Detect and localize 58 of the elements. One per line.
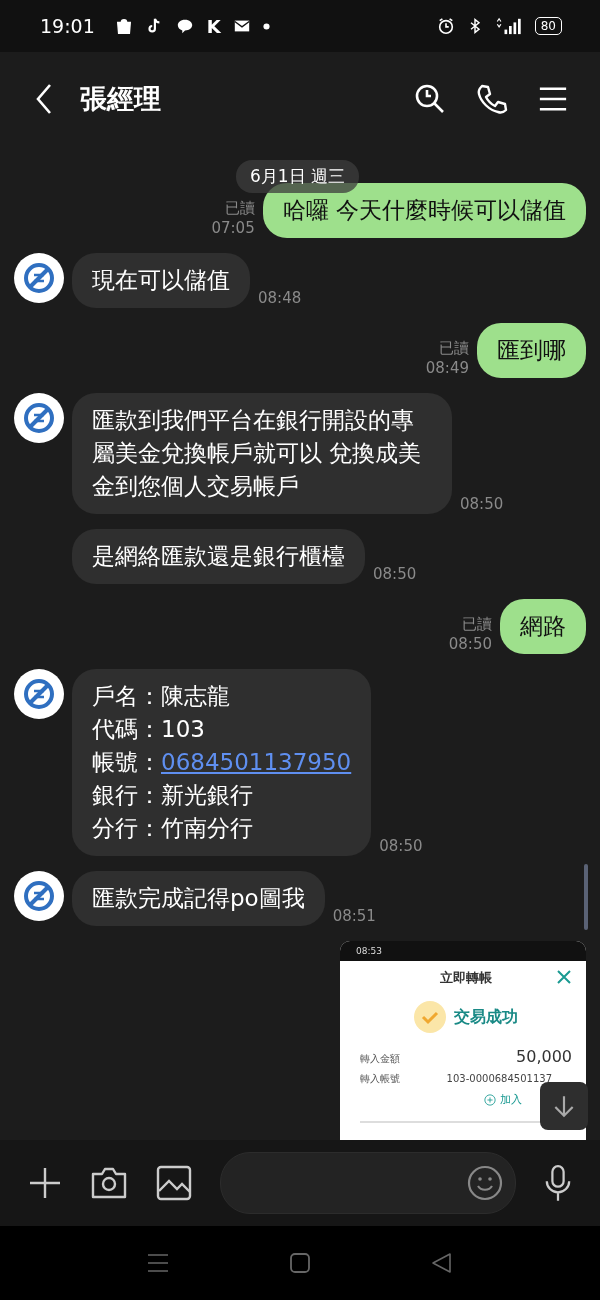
field-label: 轉入帳號 <box>360 1072 400 1086</box>
received-message: 匯款到我們平台在銀行開設的專屬美金兌換帳戶就可以 兌換成美金到您個人交易帳戶 <box>72 393 452 514</box>
check-icon <box>414 1001 446 1033</box>
message-time: 08:49 <box>425 358 469 378</box>
menu-icon[interactable] <box>538 84 568 114</box>
search-icon[interactable] <box>414 83 446 115</box>
message-time: 08:48 <box>258 288 302 308</box>
screenshot-message[interactable]: 08:53 立即轉帳 交易成功 轉入金額 50,000 轉入帳號 103-0000684501137 加入 <box>340 941 586 1140</box>
avatar-icon[interactable] <box>14 871 64 921</box>
received-message: 是網絡匯款還是銀行櫃檯 <box>72 529 365 584</box>
success-text: 交易成功 <box>454 1006 518 1028</box>
home-icon[interactable] <box>289 1252 311 1274</box>
received-message: 現在可以儲值 <box>72 253 250 308</box>
account-link[interactable]: 0684501137950 <box>161 749 352 775</box>
app-letter: K <box>206 15 221 37</box>
avatar-icon[interactable] <box>14 669 64 719</box>
received-message: 戶名：陳志龍 代碼：103 帳號：0684501137950 銀行：新光銀行 分行：竹南分行 <box>72 669 372 856</box>
add-link: 加入 <box>500 1092 522 1107</box>
avatar-icon[interactable] <box>14 393 64 443</box>
message-time: 08:50 <box>460 494 504 514</box>
emoji-icon[interactable] <box>467 1165 503 1201</box>
sent-message: 哈囉 今天什麼時候可以儲值 <box>262 183 586 238</box>
read-receipt: 已讀 <box>439 338 469 358</box>
plus-icon[interactable] <box>28 1166 62 1200</box>
message-time: 08:51 <box>332 906 376 926</box>
battery-icon: 80 <box>534 17 562 35</box>
camera-icon[interactable] <box>90 1166 128 1200</box>
clock: 19:01 <box>40 15 95 37</box>
microphone-icon[interactable] <box>544 1164 572 1202</box>
screenshot-title: 立即轉帳 <box>440 969 492 987</box>
field-value: 50,000 <box>516 1047 572 1066</box>
avatar-icon[interactable] <box>14 253 64 303</box>
scroll-down-button[interactable] <box>540 1082 588 1130</box>
close-icon <box>556 969 572 985</box>
image-icon[interactable] <box>156 1165 192 1201</box>
received-message: 匯款完成記得po圖我 <box>72 871 325 926</box>
message-time: 08:50 <box>373 564 417 584</box>
screenshot-clock: 08:53 <box>356 946 382 956</box>
chat-title: 張經理 <box>80 82 161 116</box>
message-time: 07:05 <box>211 218 255 238</box>
sent-message: 匯到哪 <box>477 323 586 378</box>
add-circle-icon <box>484 1093 496 1106</box>
date-label: 6月1日 週三 <box>236 160 360 193</box>
sent-message: 網路 <box>500 599 586 654</box>
back-icon[interactable] <box>34 83 54 115</box>
read-receipt: 已讀 <box>462 614 492 634</box>
alarm-icon <box>436 17 455 35</box>
field-value: 103-0000684501137 <box>446 1073 552 1084</box>
message-time: 08:50 <box>448 634 492 654</box>
read-receipt: 已讀 <box>224 198 255 218</box>
message-time: 08:50 <box>379 836 423 856</box>
dot-icon <box>262 22 270 30</box>
phone-icon[interactable] <box>476 83 508 115</box>
back-nav-icon[interactable] <box>431 1252 453 1274</box>
field-label: 轉入金額 <box>360 1052 400 1066</box>
scrollbar[interactable] <box>584 864 588 930</box>
signal-icon <box>494 17 523 35</box>
shopping-bag-icon <box>114 17 133 35</box>
